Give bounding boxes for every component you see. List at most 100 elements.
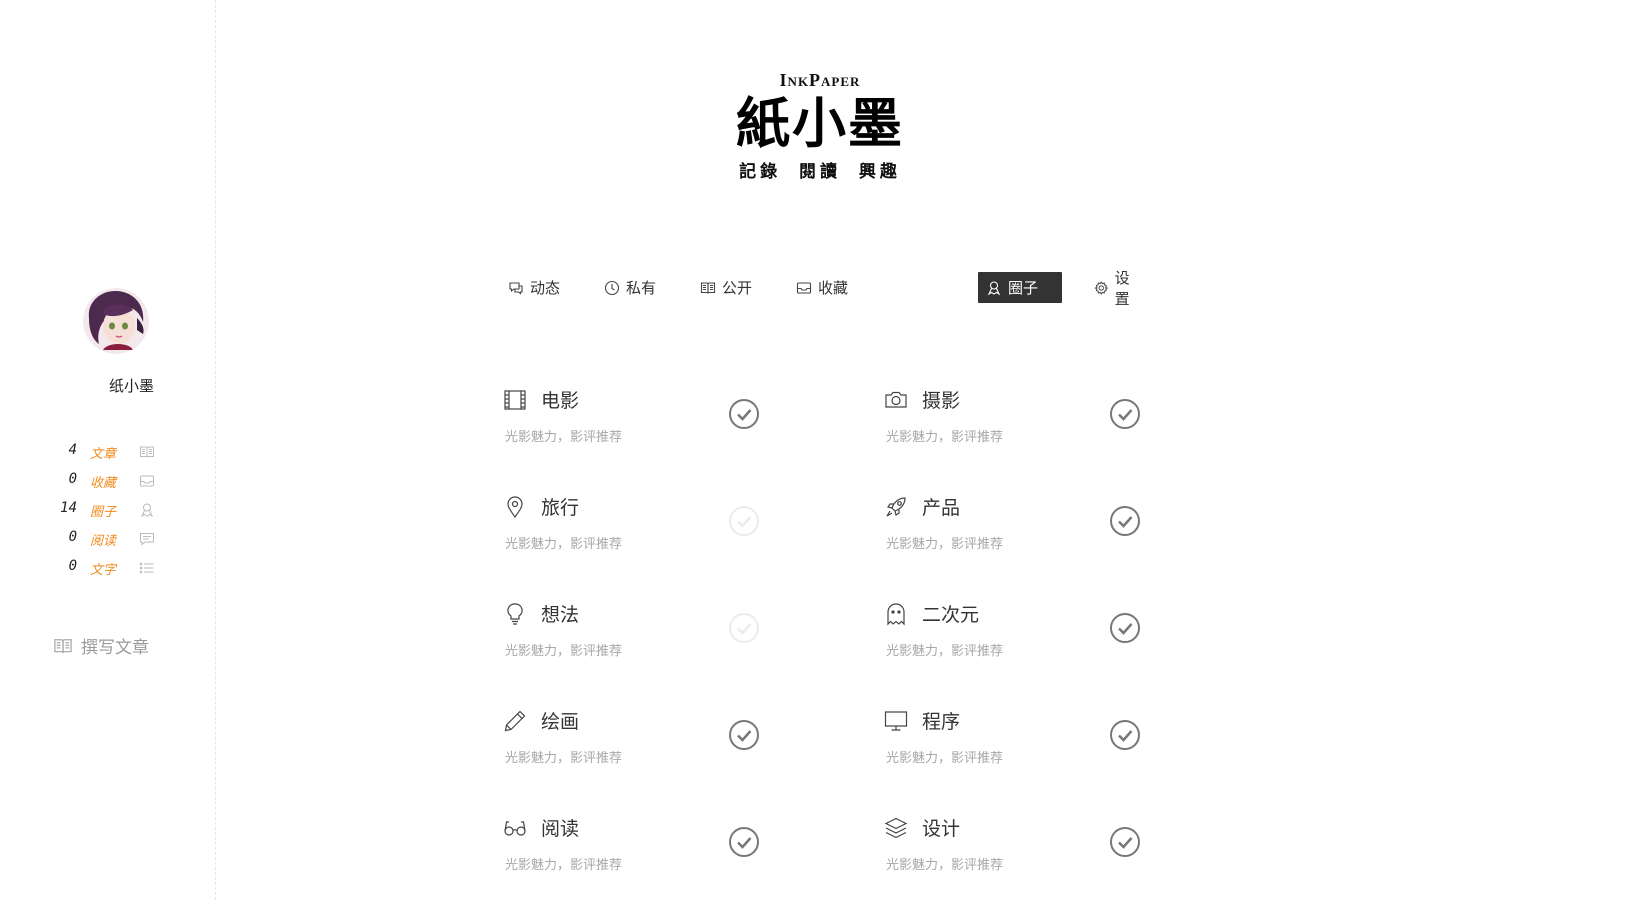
tab-label: 收藏 [818,279,849,297]
site-logo[interactable]: InkPaper 紙小墨 記錄 閱讀 興趣 [720,70,920,182]
category-title: 想法 [541,604,580,626]
category-title: 摄影 [922,390,961,412]
book-icon [700,281,716,294]
check-icon[interactable] [1109,612,1141,644]
user-name[interactable]: 纸小墨 [0,375,154,396]
stat-label[interactable]: 阅读 [90,530,116,549]
check-icon[interactable] [1109,826,1141,858]
stat-label[interactable]: 圈子 [90,501,116,520]
stat-groups[interactable]: 14 圈子 [0,500,216,529]
write-article-label: 撰写文章 [81,638,149,658]
clock-icon [604,280,620,295]
film-icon [504,390,526,410]
book-icon [140,446,154,458]
stat-label[interactable]: 文章 [90,443,116,462]
category-card[interactable]: 程序 光影魅力，影评推荐 [884,707,1154,787]
category-title: 阅读 [541,818,580,840]
gear-icon [1094,280,1109,295]
stat-count: 0 [68,471,77,487]
tab-settings[interactable]: 设置 [1086,269,1150,308]
stat-text[interactable]: 0 文字 [0,558,216,587]
stat-articles[interactable]: 4 文章 [0,442,216,471]
stat-label[interactable]: 文字 [90,559,116,578]
tab-label: 公开 [722,279,753,297]
stat-count: 0 [68,558,77,574]
comment-icon [140,533,154,546]
inbox-icon [140,475,154,487]
tab-label: 圈子 [1008,279,1039,297]
ghost-icon [887,603,905,626]
category-card[interactable]: 二次元 光影魅力，影评推荐 [884,600,1154,680]
stat-count: 0 [68,529,77,545]
rocket-icon [886,497,906,517]
monitor-icon [884,711,908,731]
category-card[interactable]: 摄影 光影魅力，影评推荐 [884,386,1154,466]
check-icon[interactable] [728,505,760,537]
glasses-icon [504,821,526,836]
category-title: 程序 [922,711,961,733]
sidebar: 纸小墨 4 文章 0 收藏 14 圈子 0 阅读 0 文字 撰写文章 [0,0,216,900]
check-icon[interactable] [728,719,760,751]
write-article-link[interactable]: 撰写文章 [53,633,149,658]
category-title: 绘画 [541,711,580,733]
category-desc: 光影魅力，影评推荐 [886,858,1004,873]
stat-count: 14 [60,500,77,516]
group-icon [140,503,154,518]
tab-groups[interactable]: 圈子 [978,272,1062,303]
check-icon[interactable] [728,398,760,430]
tab-label: 私有 [626,279,657,297]
category-desc: 光影魅力，影评推荐 [505,858,623,873]
main-nav: 动态 私有 公开 收藏 圈子 设置 [500,269,1150,308]
category-card[interactable]: 想法 光影魅力，影评推荐 [503,600,773,680]
tab-favorites[interactable]: 收藏 [788,272,856,303]
category-card[interactable]: 电影 光影魅力，影评推荐 [503,386,773,466]
camera-icon [885,391,907,408]
category-desc: 光影魅力，影评推荐 [886,430,1004,445]
category-title: 二次元 [922,604,980,626]
category-title: 电影 [541,390,580,412]
check-icon[interactable] [1109,398,1141,430]
category-desc: 光影魅力，影评推荐 [505,751,623,766]
tab-public[interactable]: 公开 [692,272,760,303]
inbox-icon [796,281,812,294]
logo-english: InkPaper [779,70,861,90]
avatar[interactable] [83,288,149,354]
category-card[interactable]: 阅读 光影魅力，影评推荐 [503,814,773,894]
logo-chinese: 紙小墨 [736,91,904,155]
category-desc: 光影魅力，影评推荐 [886,537,1004,552]
pencil-icon [504,710,526,732]
tab-label: 设置 [1114,268,1130,308]
stat-label[interactable]: 收藏 [90,472,116,491]
category-card[interactable]: 旅行 光影魅力，影评推荐 [503,493,773,573]
tab-label: 动态 [530,279,561,297]
check-icon[interactable] [728,826,760,858]
location-pin-icon [507,496,523,519]
category-desc: 光影魅力，影评推荐 [886,751,1004,766]
category-title: 产品 [922,497,961,519]
check-icon[interactable] [728,612,760,644]
tab-feed[interactable]: 动态 [500,272,568,303]
chat-icon [509,281,523,295]
book-icon [54,638,72,653]
list-icon [139,562,154,574]
check-icon[interactable] [1109,505,1141,537]
logo-tagline: 記錄 閱讀 興趣 [739,162,901,182]
stat-count: 4 [68,442,77,458]
category-desc: 光影魅力，影评推荐 [505,537,623,552]
category-card[interactable]: 产品 光影魅力，影评推荐 [884,493,1154,573]
check-icon[interactable] [1109,719,1141,751]
category-title: 旅行 [541,497,580,519]
category-card[interactable]: 绘画 光影魅力，影评推荐 [503,707,773,787]
group-icon [987,280,1001,295]
layers-icon [884,817,908,839]
stats-list: 4 文章 0 收藏 14 圈子 0 阅读 0 文字 [0,442,216,587]
stat-reading[interactable]: 0 阅读 [0,529,216,558]
category-desc: 光影魅力，影评推荐 [505,430,623,445]
category-title: 设计 [922,818,961,840]
category-desc: 光影魅力，影评推荐 [886,644,1004,659]
category-desc: 光影魅力，影评推荐 [505,644,623,659]
lightbulb-icon [507,603,523,625]
stat-favorites[interactable]: 0 收藏 [0,471,216,500]
tab-private[interactable]: 私有 [596,272,664,303]
category-card[interactable]: 设计 光影魅力，影评推荐 [884,814,1154,894]
